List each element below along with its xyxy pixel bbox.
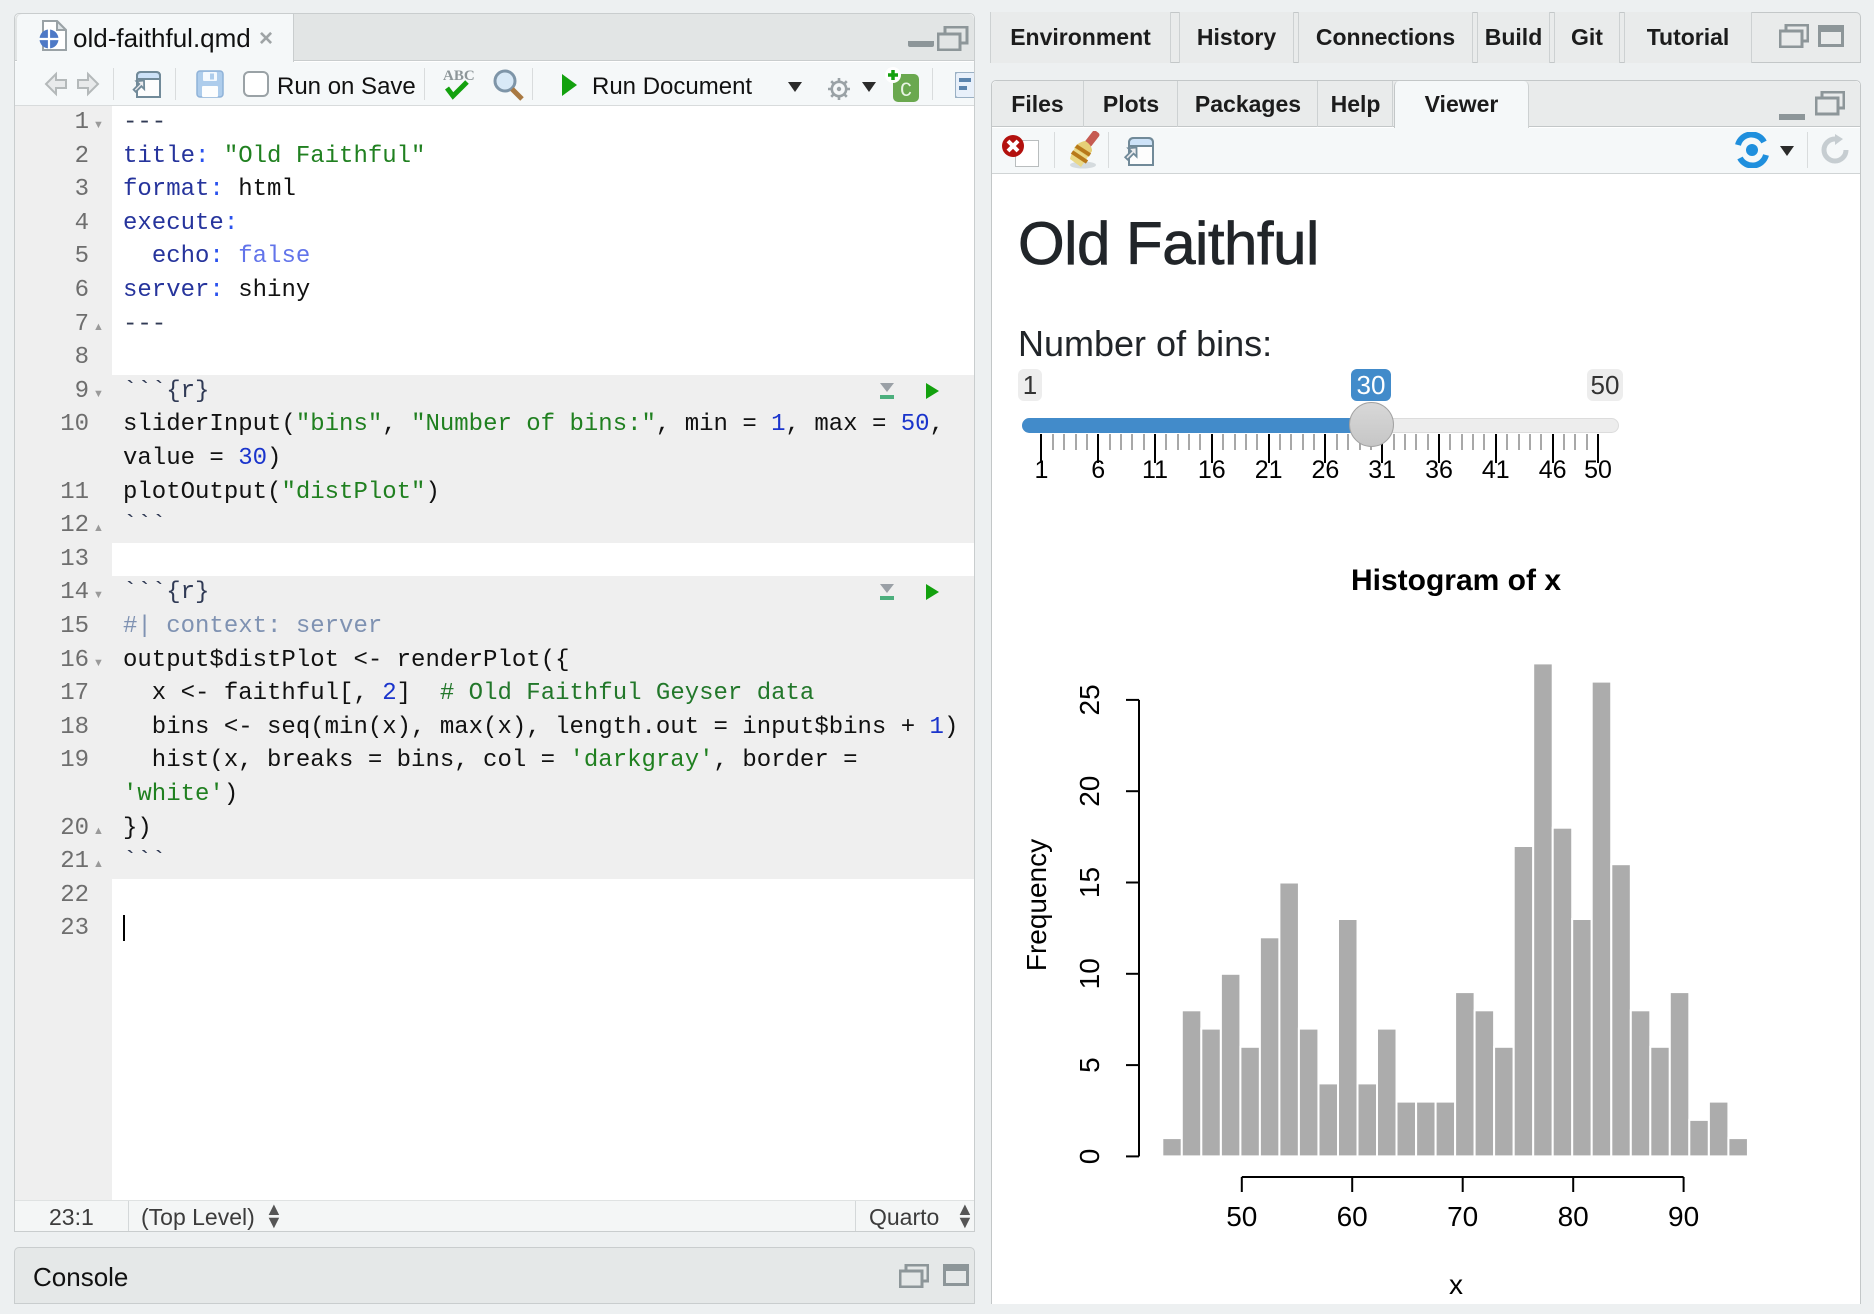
svg-text:ABC: ABC xyxy=(443,68,475,84)
svg-text:80: 80 xyxy=(1558,1201,1589,1232)
svg-text:70: 70 xyxy=(1447,1201,1478,1232)
svg-text:x: x xyxy=(1449,1269,1463,1300)
svg-text:0: 0 xyxy=(1074,1149,1105,1165)
svg-text:C: C xyxy=(900,80,912,103)
svg-text:20: 20 xyxy=(1074,776,1105,807)
svg-text:Histogram of x: Histogram of x xyxy=(1351,564,1561,597)
svg-text:25: 25 xyxy=(1074,684,1105,715)
svg-text:60: 60 xyxy=(1337,1201,1368,1232)
svg-text:Frequency: Frequency xyxy=(1021,839,1052,971)
svg-text:15: 15 xyxy=(1074,867,1105,898)
svg-text:10: 10 xyxy=(1074,958,1105,989)
svg-text:50: 50 xyxy=(1226,1201,1257,1232)
svg-text:90: 90 xyxy=(1668,1201,1699,1232)
svg-text:5: 5 xyxy=(1074,1057,1105,1073)
